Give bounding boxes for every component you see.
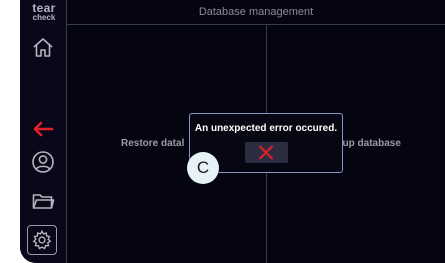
settings-button[interactable]	[27, 225, 57, 255]
arrow-left-icon[interactable]	[31, 117, 55, 141]
page-title: Database management	[67, 0, 445, 25]
gear-icon	[32, 229, 52, 250]
folder-icon[interactable]	[31, 189, 55, 213]
sidebar: tear check	[20, 0, 67, 263]
logo-line1: tear	[32, 1, 56, 15]
error-message: An unexpected error occured.	[194, 123, 338, 134]
hint-badge: C	[187, 152, 219, 184]
home-icon[interactable]	[31, 36, 55, 60]
app-logo: tear check	[25, 1, 63, 22]
user-icon[interactable]	[31, 150, 55, 174]
logo-line2: check	[32, 13, 56, 22]
close-icon	[259, 145, 273, 160]
dialog-close-button[interactable]	[245, 142, 288, 163]
backup-database-button[interactable]: kup database	[337, 138, 401, 149]
restore-database-button[interactable]: Restore datal	[121, 138, 184, 149]
